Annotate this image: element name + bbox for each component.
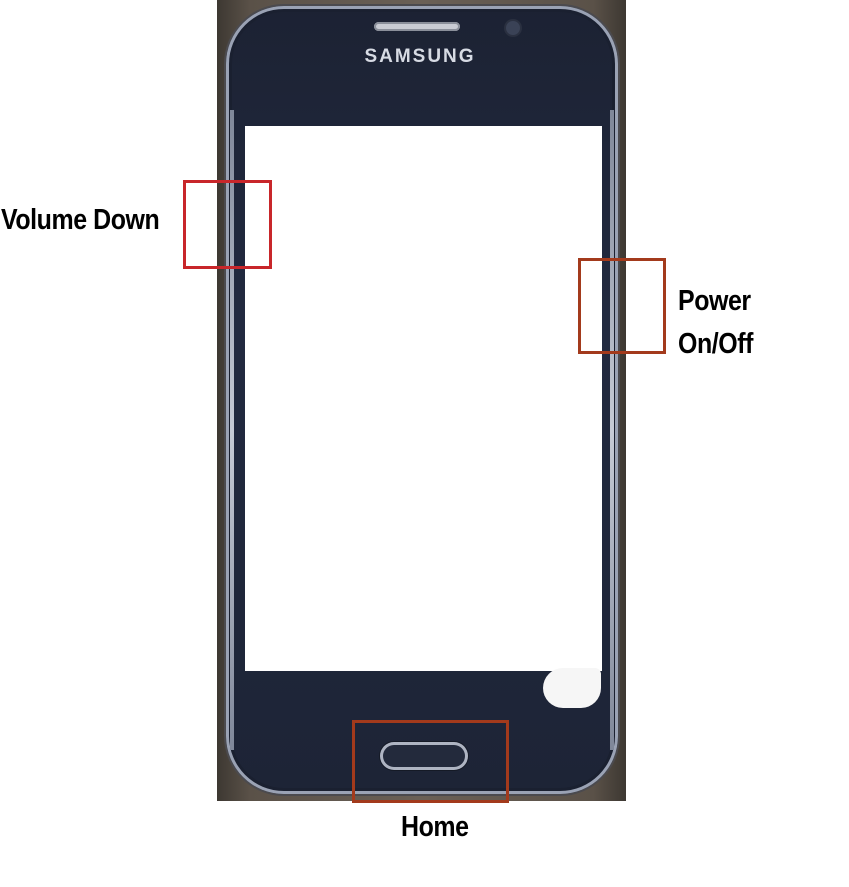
- front-camera-icon: [506, 21, 520, 35]
- home-callout-box[interactable]: [352, 720, 509, 803]
- volume-down-label: Volume Down: [1, 204, 160, 236]
- volume-down-callout-box[interactable]: [183, 180, 272, 269]
- power-onoff-label: On/Off: [678, 328, 753, 360]
- power-label: Power: [678, 285, 751, 317]
- earpiece-speaker: [374, 22, 460, 31]
- phone-screen: [245, 126, 602, 671]
- home-label: Home: [401, 811, 469, 843]
- brand-logo: SAMSUNG: [364, 46, 476, 67]
- screen-glare: [543, 668, 601, 708]
- power-callout-box[interactable]: [578, 258, 666, 354]
- phone-right-edge: [610, 110, 614, 750]
